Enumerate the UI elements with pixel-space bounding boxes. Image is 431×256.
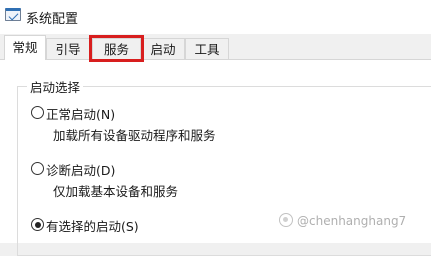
- normal-startup-radio[interactable]: [31, 106, 44, 119]
- diagnostic-startup-description: 仅加载基本设备和服务: [53, 184, 179, 199]
- startup-selection-label: 启动选择: [27, 77, 84, 96]
- normal-startup-label[interactable]: 正常启动(N): [46, 104, 115, 123]
- selective-startup-radio[interactable]: [31, 218, 44, 231]
- tab-general[interactable]: 常规: [4, 35, 46, 60]
- diagnostic-startup-radio[interactable]: [31, 162, 44, 175]
- tab-tools[interactable]: 工具: [185, 38, 229, 59]
- tab-startup[interactable]: 启动: [141, 38, 185, 59]
- selective-startup-label[interactable]: 有选择的启动(S): [46, 216, 139, 235]
- normal-startup-description: 加载所有设备驱动程序和服务: [53, 128, 216, 143]
- tab-boot[interactable]: 引导: [46, 38, 90, 59]
- diagnostic-startup-label[interactable]: 诊断启动(D): [46, 160, 115, 179]
- watermark-icon: [279, 213, 293, 227]
- msconfig-icon: [5, 8, 21, 21]
- tab-services[interactable]: 服务: [89, 35, 144, 62]
- title-bar: 系统配置: [0, 0, 431, 34]
- window-title: 系统配置: [26, 12, 79, 27]
- watermark: @chenhanghang7: [297, 214, 407, 228]
